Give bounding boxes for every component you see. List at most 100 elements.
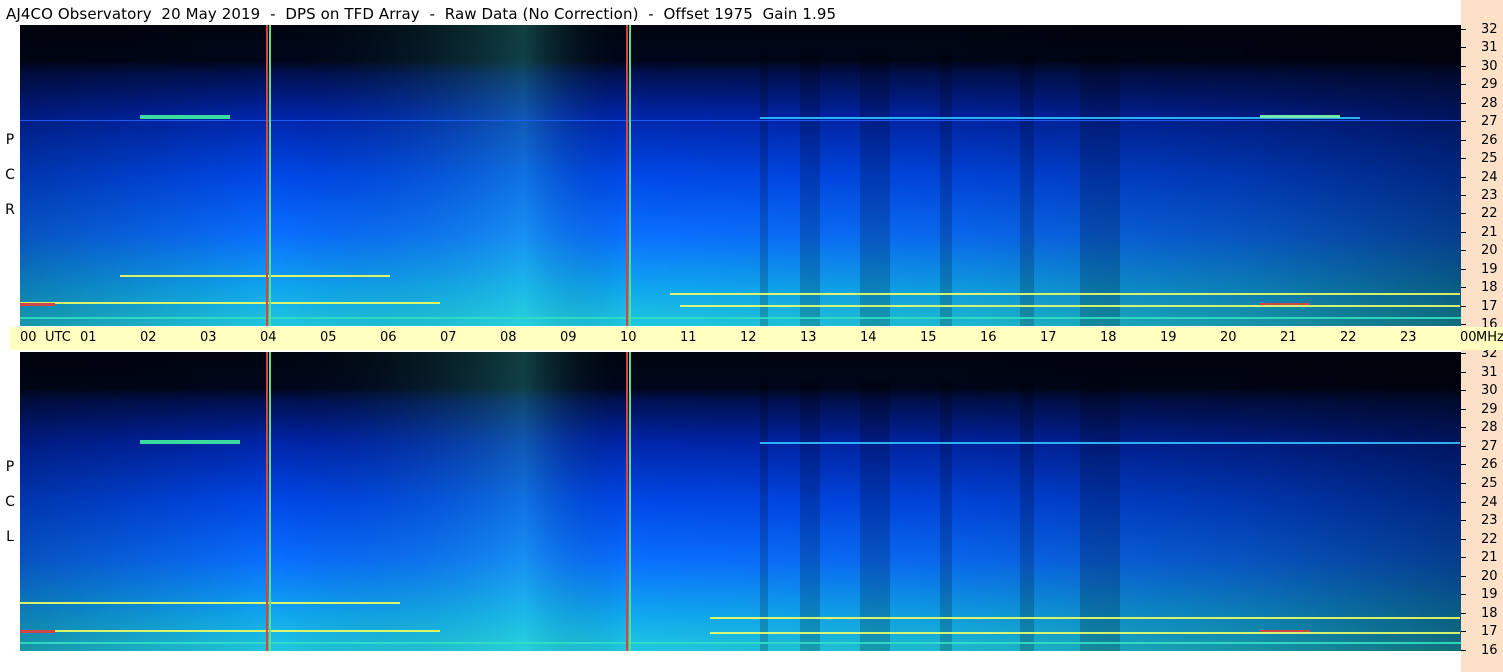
mhz-tick-label: 19 [1481,261,1498,277]
mhz-tick [1461,121,1466,123]
time-axis-label: 07 [440,330,457,345]
mhz-tick-label: 24 [1481,494,1498,510]
mhz-tick [1461,445,1466,447]
lcp-label-c: C [5,494,15,510]
mhz-tick-label: 28 [1481,420,1498,436]
mhz-tick [1461,102,1466,104]
time-axis-label: MHz [1476,330,1503,345]
mhz-tick-label: 19 [1481,587,1498,603]
mhz-tick [1461,650,1466,651]
mhz-tick-label: 32 [1481,22,1498,37]
mhz-tick [1461,268,1466,270]
mhz-tick-label: 17 [1481,298,1498,314]
time-axis-label: 15 [920,330,937,345]
lcp-label-l: L [6,529,14,545]
mhz-tick [1461,520,1466,522]
mhz-tick-label: 30 [1481,58,1498,74]
mhz-tick [1461,47,1466,49]
mhz-tick [1461,408,1466,410]
mhz-tick-label: 21 [1481,224,1498,240]
time-axis-label: 03 [200,330,217,345]
time-axis-label: 00 [20,330,37,345]
time-axis-label: 13 [800,330,817,345]
time-axis-label: 00 [1460,330,1477,345]
utc-time-axis: 00 UTC 01 02 03 04 05 06 07 08 09 10 11 12 13 14 15 16 17 1… [10,327,1503,350]
mhz-tick [1461,482,1466,484]
mhz-tick-label: 25 [1481,475,1498,491]
mhz-tick [1461,390,1466,392]
time-axis-label: 05 [320,330,337,345]
mhz-tick [1461,65,1466,67]
mhz-tick [1461,29,1466,30]
mhz-tick-label: 21 [1481,550,1498,566]
time-axis-label: 19 [1160,330,1177,345]
mhz-tick-label: 23 [1481,513,1498,529]
mhz-tick-label: 25 [1481,151,1498,167]
mhz-tick [1461,158,1466,160]
mhz-tick [1461,287,1466,289]
time-axis-label: 08 [500,330,517,345]
mhz-tick [1461,427,1466,429]
mhz-tick-label: 26 [1481,132,1498,148]
time-axis-label: 09 [560,330,577,345]
mhz-tick [1461,231,1466,233]
mhz-tick [1461,575,1466,577]
mhz-tick [1461,501,1466,503]
mhz-tick [1461,139,1466,141]
rcp-spectrogram [20,25,1461,326]
time-axis-label: 04 [260,330,277,345]
mhz-tick-label: 23 [1481,187,1498,203]
mhz-tick-label: 27 [1481,438,1498,454]
mhz-tick-label: 29 [1481,77,1498,93]
mhz-tick [1461,353,1466,354]
mhz-tick [1461,612,1466,614]
lcp-frequency-scale: 32 31 30 29 28 27 26 25 24 23 22 21 20 19 18 17 16 [1461,347,1503,672]
mhz-tick [1461,84,1466,86]
mhz-tick-label: 31 [1481,364,1498,380]
mhz-tick [1461,631,1466,633]
mhz-tick [1461,371,1466,373]
time-axis-label: 16 [980,330,997,345]
mhz-tick-label: 18 [1481,605,1498,621]
time-axis-label: 02 [140,330,157,345]
mhz-tick [1461,305,1466,307]
time-axis-label: 21 [1280,330,1297,345]
lcp-spectrogram-image [20,352,1461,651]
time-axis-label: 20 [1220,330,1237,345]
mhz-tick-label: 24 [1481,169,1498,185]
time-axis-label: 01 [80,330,97,345]
mhz-tick [1461,324,1466,325]
mhz-tick [1461,594,1466,596]
rcp-spectrogram-image [20,25,1461,326]
lcp-label-p: P [5,459,15,475]
mhz-tick [1461,176,1466,178]
mhz-tick-label: 27 [1481,114,1498,130]
time-axis-label: 11 [680,330,697,345]
mhz-tick-label: 26 [1481,457,1498,473]
rcp-label-c: C [5,167,15,183]
mhz-tick-label: 31 [1481,40,1498,56]
mhz-tick-label: 20 [1481,568,1498,584]
time-axis-label: UTC [45,330,71,345]
mhz-tick [1461,194,1466,196]
time-axis-label: 17 [1040,330,1057,345]
mhz-tick-label: 22 [1481,206,1498,222]
time-axis-label: 06 [380,330,397,345]
rcp-frequency-scale: 32 31 30 29 28 27 26 25 24 23 22 21 20 19 18 17 16 [1461,0,1503,331]
time-axis-label: 18 [1100,330,1117,345]
mhz-tick-label: 18 [1481,280,1498,296]
mhz-tick-label: 29 [1481,401,1498,417]
time-axis-label: 12 [740,330,757,345]
mhz-tick [1461,464,1466,466]
mhz-tick [1461,250,1466,252]
rcp-label-r: R [5,202,15,218]
chart-title: AJ4CO Observatory 20 May 2019 - DPS on T… [6,5,837,23]
time-axis-label: 10 [620,330,637,345]
time-axis-label: 22 [1340,330,1357,345]
mhz-tick-label: 30 [1481,383,1498,399]
mhz-tick [1461,538,1466,540]
time-axis-label: 14 [860,330,877,345]
mhz-tick-label: 28 [1481,95,1498,111]
time-axis-label: 23 [1400,330,1417,345]
mhz-tick-label: 22 [1481,531,1498,547]
